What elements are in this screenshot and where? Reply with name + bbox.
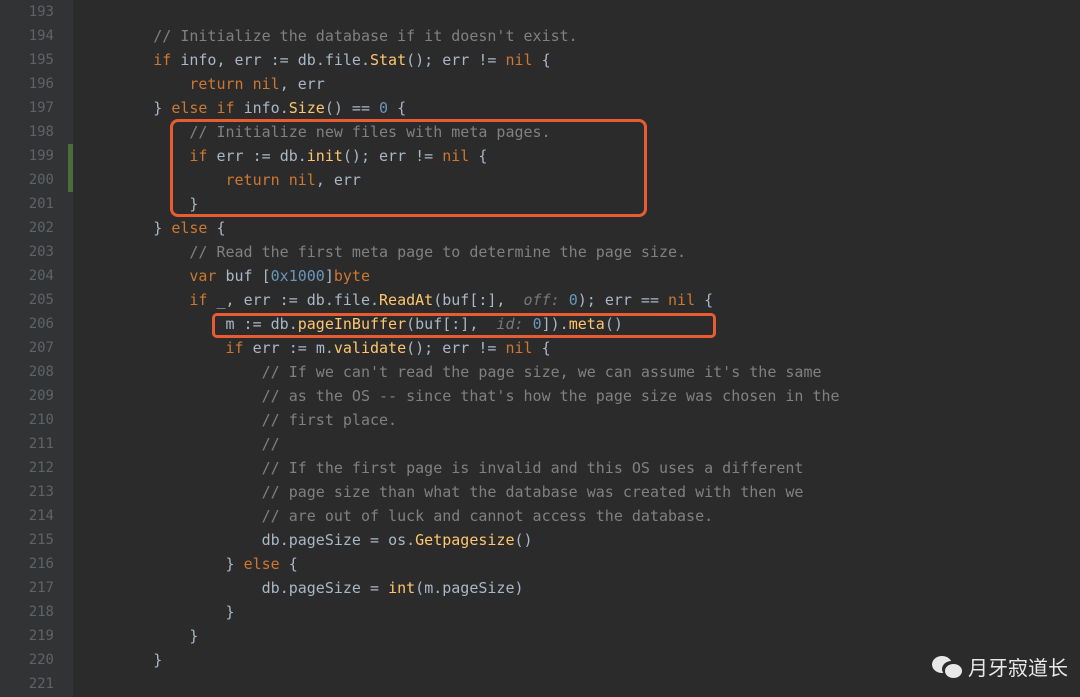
code-line[interactable]: // If we can't read the page size, we ca… — [81, 360, 1080, 384]
line-number: 195 — [8, 48, 54, 72]
line-number: 203 — [8, 240, 54, 264]
line-number: 211 — [8, 432, 54, 456]
code-line[interactable]: } — [81, 648, 1080, 672]
line-number: 201 — [8, 192, 54, 216]
code-line[interactable]: } else { — [81, 552, 1080, 576]
code-line[interactable]: if _, err := db.file.ReadAt(buf[:], off:… — [81, 288, 1080, 312]
line-number: 202 — [8, 216, 54, 240]
line-number: 208 — [8, 360, 54, 384]
line-number: 221 — [8, 672, 54, 696]
code-line[interactable]: // If the first page is invalid and this… — [81, 456, 1080, 480]
line-number: 200 — [8, 168, 54, 192]
line-number: 206 — [8, 312, 54, 336]
line-number: 207 — [8, 336, 54, 360]
line-number: 204 — [8, 264, 54, 288]
code-line[interactable]: } else if info.Size() == 0 { — [81, 96, 1080, 120]
code-line[interactable]: // page size than what the database was … — [81, 480, 1080, 504]
code-line[interactable]: var buf [0x1000]byte — [81, 264, 1080, 288]
line-number: 215 — [8, 528, 54, 552]
line-number: 218 — [8, 600, 54, 624]
code-line[interactable] — [81, 0, 1080, 24]
line-number: 193 — [8, 0, 54, 24]
line-number: 220 — [8, 648, 54, 672]
code-editor: 1931941951961971981992002012022032042052… — [0, 0, 1080, 697]
line-number: 217 — [8, 576, 54, 600]
code-line[interactable]: } — [81, 600, 1080, 624]
code-line[interactable]: // Initialize new files with meta pages. — [81, 120, 1080, 144]
code-line[interactable]: // first place. — [81, 408, 1080, 432]
code-area[interactable]: // Initialize the database if it doesn't… — [73, 0, 1080, 697]
line-number-gutter: 1931941951961971981992002012022032042052… — [0, 0, 68, 697]
line-number: 205 — [8, 288, 54, 312]
line-number: 194 — [8, 24, 54, 48]
line-number: 197 — [8, 96, 54, 120]
code-line[interactable]: db.pageSize = int(m.pageSize) — [81, 576, 1080, 600]
line-number: 212 — [8, 456, 54, 480]
code-line[interactable]: // Initialize the database if it doesn't… — [81, 24, 1080, 48]
code-line[interactable]: if info, err := db.file.Stat(); err != n… — [81, 48, 1080, 72]
code-line[interactable]: } — [81, 192, 1080, 216]
code-line[interactable]: return nil, err — [81, 168, 1080, 192]
code-line[interactable]: // as the OS -- since that's how the pag… — [81, 384, 1080, 408]
line-number: 198 — [8, 120, 54, 144]
line-number: 196 — [8, 72, 54, 96]
code-line[interactable]: // Read the first meta page to determine… — [81, 240, 1080, 264]
code-line[interactable]: // — [81, 432, 1080, 456]
code-line[interactable]: db.pageSize = os.Getpagesize() — [81, 528, 1080, 552]
code-line[interactable]: return nil, err — [81, 72, 1080, 96]
line-number: 209 — [8, 384, 54, 408]
line-number: 214 — [8, 504, 54, 528]
code-line[interactable]: m := db.pageInBuffer(buf[:], id: 0]).met… — [81, 312, 1080, 336]
line-number: 210 — [8, 408, 54, 432]
watermark-text: 月牙寂道长 — [968, 652, 1068, 681]
code-line[interactable]: } — [81, 624, 1080, 648]
wechat-icon — [932, 654, 962, 680]
code-line[interactable]: if err := m.validate(); err != nil { — [81, 336, 1080, 360]
code-line[interactable]: // are out of luck and cannot access the… — [81, 504, 1080, 528]
line-number: 213 — [8, 480, 54, 504]
code-line[interactable] — [81, 672, 1080, 696]
line-number: 216 — [8, 552, 54, 576]
line-number: 219 — [8, 624, 54, 648]
code-line[interactable]: } else { — [81, 216, 1080, 240]
code-line[interactable]: if err := db.init(); err != nil { — [81, 144, 1080, 168]
watermark: 月牙寂道长 — [932, 652, 1068, 681]
line-number: 199 — [8, 144, 54, 168]
